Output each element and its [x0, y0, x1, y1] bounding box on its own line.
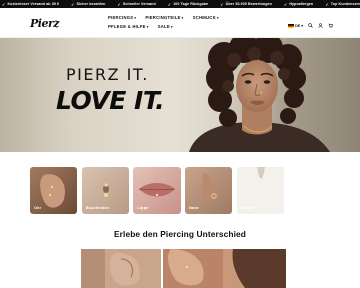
cart-icon[interactable] [328, 23, 333, 28]
hero-headline-line2: LOVE IT. [56, 86, 165, 115]
nav-item-label: PFLEGE & HILFE [108, 24, 146, 29]
nav-item-piercingteile[interactable]: PIERCINGTEILE ▾ [145, 15, 183, 20]
category-label: Lippe [137, 206, 149, 210]
category-tile[interactable]: Lippe [133, 167, 181, 214]
nav-item-label: PIERCINGS [108, 15, 134, 20]
announcement-item: ✓ 100 Tage Rückgabe [168, 2, 208, 7]
chevron-down-icon: ▾ [170, 24, 173, 29]
feature-image-left[interactable] [81, 249, 161, 288]
check-icon: ✓ [325, 1, 329, 7]
main-navigation: PIERCINGS ▾ PIERCINGTEILE ▾ SCHMUCK ▾ PFLEGE &… [108, 15, 268, 29]
announcement-item: ✓ Hypoallergen [284, 2, 313, 7]
chevron-down-icon: ▾ [301, 23, 303, 28]
check-icon: ✓ [2, 1, 6, 7]
category-tile[interactable]: Körper [236, 167, 285, 214]
chevron-down-icon: ▾ [134, 15, 137, 20]
check-icon: ✓ [71, 1, 75, 7]
check-icon: ✓ [220, 1, 224, 7]
search-icon[interactable] [308, 23, 313, 28]
category-label: Körper [240, 206, 255, 210]
site-header: Pierz PIERCINGS ▾ PIERCINGTEILE ▾ SCHMUCK ▾ PF… [0, 8, 360, 38]
nav-item-schmuck[interactable]: SCHMUCK ▾ [193, 15, 219, 20]
check-icon: ✓ [283, 1, 288, 7]
nav-item-piercings[interactable]: PIERCINGS ▾ [108, 15, 136, 20]
check-icon: ✓ [117, 1, 121, 7]
announcement-track: ✓ Kostenloser Versand ab 39 € ✓ Sicher beza… [2, 0, 360, 8]
nav-item-pflege-hilfe[interactable]: PFLEGE & HILFE ▾ [108, 24, 149, 29]
announcement-bar: ✓ Kostenloser Versand ab 39 € ✓ Sicher beza… [0, 0, 360, 8]
announcement-text: Schneller Versand [122, 2, 156, 6]
category-label: Nase [189, 206, 199, 210]
account-icon[interactable] [318, 23, 323, 28]
category-tiles: Ohr Bauchnabel Lippe Nase Körper [30, 167, 285, 214]
category-tile[interactable]: Bauchnabel [81, 167, 129, 214]
flag-de-icon [287, 23, 294, 28]
announcement-text: Über 30.000 Bewertungen [225, 2, 272, 6]
nav-item-label: SCHMUCK [192, 15, 216, 20]
announcement-item: ✓ Kostenloser Versand ab 39 € [2, 2, 59, 7]
announcement-text: Top Kundenservice [330, 2, 360, 6]
nav-item-label: PIERCINGTEILE [145, 15, 181, 20]
category-tile[interactable]: Nase [185, 167, 233, 214]
announcement-text: Sicher bezahlen [76, 2, 106, 6]
announcement-text: Kostenloser Versand ab 39 € [7, 2, 60, 6]
chevron-down-icon: ▾ [181, 15, 184, 20]
announcement-text: 100 Tage Rückgabe [173, 2, 209, 6]
hero-model-photo [189, 38, 330, 152]
nav-item-label: SALE [157, 24, 170, 29]
language-label: DE [294, 23, 301, 28]
nav-item-sale[interactable]: SALE ▾ [158, 24, 173, 29]
feature-images [81, 249, 286, 288]
section-heading: Erlebe den Piercing Unterschied [113, 229, 247, 239]
feature-image-right[interactable] [163, 249, 286, 288]
check-icon: ✓ [167, 1, 172, 7]
announcement-text: Hypoallergen [289, 2, 314, 6]
announcement-item: ✓ Sicher bezahlen [71, 2, 105, 7]
hero-headline-line1: PIERZ IT. [66, 65, 149, 84]
category-label: Bauchnabel [85, 206, 110, 210]
language-switcher[interactable]: DE ▾ [287, 23, 303, 28]
hero-banner[interactable]: PIERZ IT. LOVE IT. [0, 38, 360, 152]
chevron-down-icon: ▾ [146, 24, 149, 29]
announcement-item: ✓ Schneller Versand [117, 2, 155, 7]
chevron-down-icon: ▾ [216, 15, 219, 20]
category-label: Ohr [34, 206, 42, 210]
announcement-item: ✓Top Kundenservice [325, 2, 360, 7]
header-utilities: DE ▾ [287, 23, 333, 28]
site-logo[interactable]: Pierz [30, 17, 60, 30]
announcement-item: ✓ Über 30.000 Bewertungen [220, 2, 272, 7]
category-tile[interactable]: Ohr [30, 167, 78, 214]
